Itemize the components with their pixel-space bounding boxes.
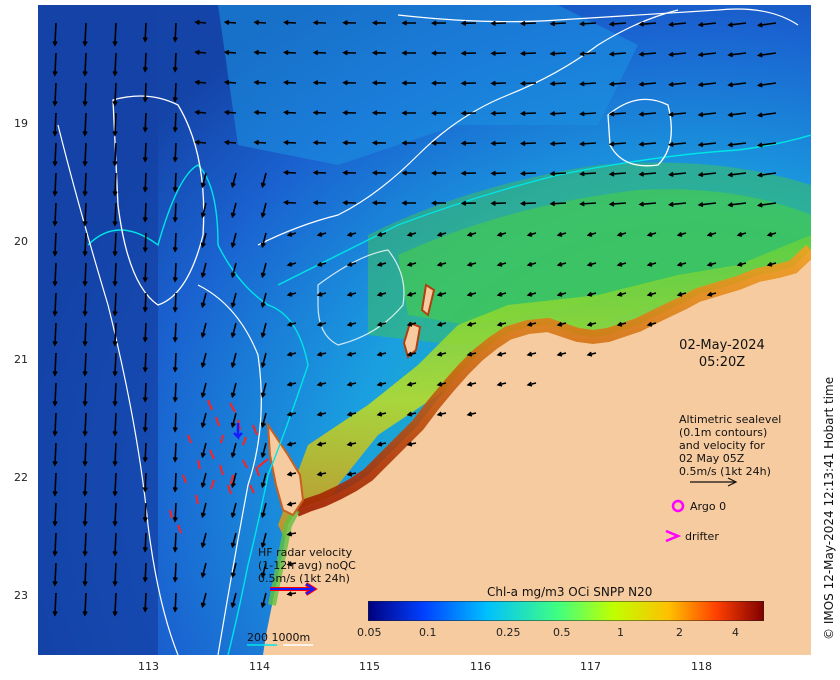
altimetry-scale-arrow	[690, 477, 738, 487]
colorbar-tick: 1	[617, 626, 624, 639]
legend-line: (0.1m contours)	[679, 426, 768, 439]
argo-icon	[671, 499, 685, 513]
legend-line: and velocity for	[679, 439, 765, 452]
y-tick-label: 22	[14, 471, 28, 484]
map-canvas[interactable]	[38, 5, 811, 655]
y-tick-label: 21	[14, 353, 28, 366]
colorbar-title: Chl-a mg/m3 OCi SNPP N20	[487, 585, 653, 599]
x-tick-label: 116	[470, 660, 491, 673]
colorbar-tick: 2	[676, 626, 683, 639]
bathymetry-legend-lines	[247, 644, 313, 646]
map-frame[interactable]	[38, 5, 811, 655]
date-line: 02-May-2024	[679, 338, 765, 353]
drifter-icon	[665, 529, 682, 543]
time-line: 05:20Z	[698, 355, 746, 370]
x-tick-label: 118	[691, 660, 712, 673]
colorbar-tick: 0.5	[553, 626, 571, 639]
legend-line: (1-12h avg) noQC	[258, 559, 356, 572]
bathymetry-legend-label: 200 1000m	[247, 631, 311, 644]
map-date-label: 02-May-2024 05:20Z	[672, 337, 772, 371]
argo-label: Argo 0	[690, 500, 727, 513]
x-tick-label: 117	[580, 660, 601, 673]
side-credit: © IMOS 12-May-2024 12:13:41 Hobart time	[822, 376, 836, 640]
y-tick-label: 19	[14, 117, 28, 130]
colorbar	[368, 601, 764, 621]
colorbar-tick: 0.05	[357, 626, 382, 639]
colorbar-tick: 4	[732, 626, 739, 639]
x-tick-label: 114	[249, 660, 270, 673]
drifter-label: drifter	[685, 530, 719, 543]
legend-line: 02 May 05Z	[679, 452, 745, 465]
legend-line: HF radar velocity	[258, 546, 353, 559]
y-tick-label: 20	[14, 235, 28, 248]
altimetry-legend: Altimetric sealevel (0.1m contours) and …	[679, 413, 781, 478]
y-tick-label: 23	[14, 589, 28, 602]
colorbar-tick: 0.1	[419, 626, 437, 639]
x-tick-label: 113	[138, 660, 159, 673]
legend-line: Altimetric sealevel	[679, 413, 782, 426]
x-tick-label: 115	[359, 660, 380, 673]
hf-radar-scale-arrow	[270, 582, 318, 596]
hf-radar-legend: HF radar velocity (1-12h avg) noQC 0.5m/…	[258, 546, 356, 585]
colorbar-tick: 0.25	[496, 626, 521, 639]
